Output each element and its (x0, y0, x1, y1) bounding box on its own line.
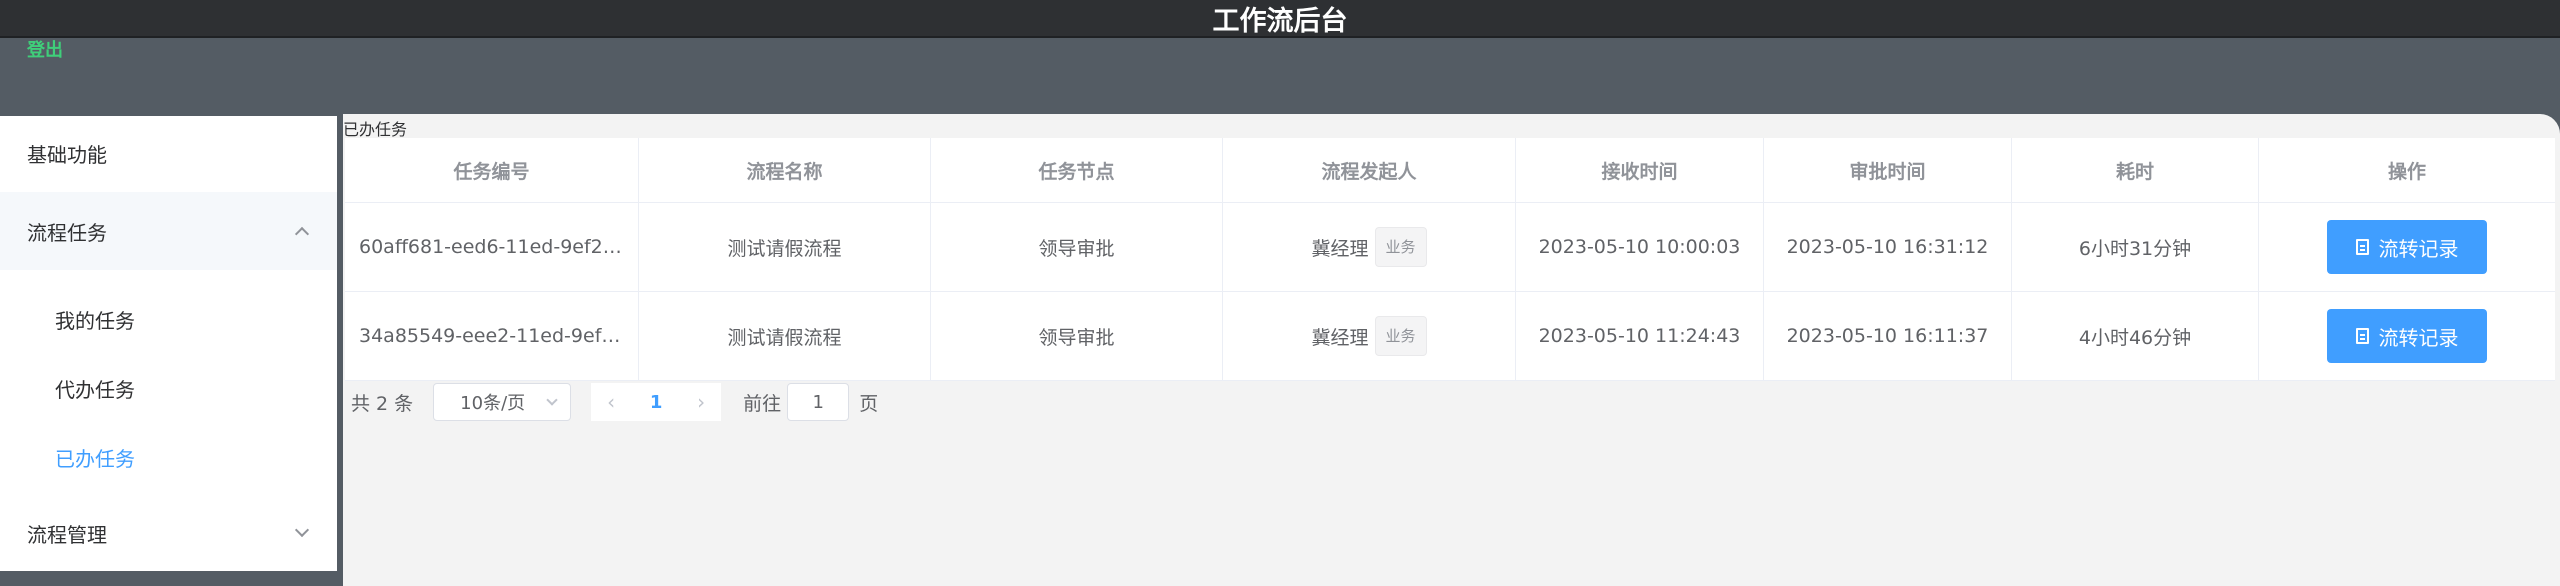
goto-label: 前往 (743, 392, 782, 415)
process-name-cell: 测试请假流程 (639, 203, 931, 291)
column-header: 流程发起人 (1223, 138, 1516, 202)
chevron-down-icon (294, 522, 310, 538)
page-size-value: 10条/页 (460, 393, 526, 414)
received-time-cell: 2023-05-10 10:00:03 (1516, 203, 1764, 291)
task-node-cell: 领导审批 (931, 203, 1223, 291)
action-cell: 流转记录 (2259, 203, 2555, 291)
role-tag: 业务 (1374, 316, 1427, 356)
top-bar: 工作流后台 (0, 0, 2560, 38)
initiator-name: 冀经理 (1311, 326, 1369, 349)
page-size-select[interactable]: 10条/页 (433, 383, 572, 421)
task-id: 34a85549-eee2-11ed-9ef2-f... (359, 325, 624, 347)
received-time-cell: 2023-05-10 11:24:43 (1516, 292, 1764, 380)
main-content: 已办任务 任务编号 流程名称 任务节点 流程发起人 接收时间 审批时间 耗时 操… (343, 114, 2560, 586)
sidebar-item-pending-tasks[interactable]: 代办任务 (0, 353, 337, 423)
app-title: 工作流后台 (1212, 6, 1348, 37)
sidebar-item-basic-functions[interactable]: 基础功能 (0, 116, 337, 190)
table-row: 60aff681-eed6-11ed-9ef2-f4... 测试请假流程 领导审… (345, 203, 2555, 292)
task-id: 60aff681-eed6-11ed-9ef2-f4... (359, 236, 624, 258)
sidebar-item-done-tasks[interactable]: 已办任务 (0, 422, 337, 492)
initiator-cell: 冀经理 业务 (1223, 292, 1516, 380)
chevron-up-icon (294, 226, 310, 242)
action-cell: 流转记录 (2259, 292, 2555, 380)
approved-time-cell: 2023-05-10 16:31:12 (1764, 203, 2012, 291)
sidebar-item-label: 代办任务 (55, 377, 135, 402)
sidebar-item-process-tasks[interactable]: 流程任务 (0, 192, 337, 270)
column-header: 耗时 (2012, 138, 2259, 202)
table-row: 34a85549-eee2-11ed-9ef2-f... 测试请假流程 领导审批… (345, 292, 2555, 381)
flow-record-button[interactable]: 流转记录 (2327, 220, 2487, 274)
role-tag: 业务 (1374, 227, 1427, 267)
approved-time-cell: 2023-05-10 16:11:37 (1764, 292, 2012, 380)
document-icon (2355, 239, 2369, 255)
pagination: 共 2 条 10条/页 ‹ 1 › 前往 1 页 (351, 382, 878, 422)
duration-cell: 6小时31分钟 (2012, 203, 2259, 291)
sidebar-item-process-management[interactable]: 流程管理 (0, 496, 337, 570)
initiator-name: 冀经理 (1311, 237, 1369, 260)
process-name-cell: 测试请假流程 (639, 292, 931, 380)
duration-cell: 4小时46分钟 (2012, 292, 2259, 380)
goto-page-input[interactable]: 1 (787, 383, 850, 421)
sidebar-item-my-tasks[interactable]: 我的任务 (0, 284, 337, 354)
flow-record-label: 流转记录 (2378, 325, 2459, 350)
flow-record-button[interactable]: 流转记录 (2327, 309, 2487, 363)
column-header: 操作 (2387, 160, 2426, 183)
next-page-button[interactable]: › (681, 383, 722, 421)
task-node-cell: 领导审批 (931, 292, 1223, 380)
sidebar-item-label: 我的任务 (55, 308, 135, 333)
page-number-current[interactable]: 1 (631, 383, 682, 421)
logout-link[interactable]: 登出 (27, 36, 63, 62)
total-count: 共 2 条 (351, 392, 414, 415)
sidebar-item-label: 流程管理 (27, 522, 107, 547)
prev-page-button[interactable]: ‹ (591, 383, 632, 421)
column-header: 任务节点 (931, 138, 1223, 202)
sidebar-item-label: 已办任务 (55, 446, 135, 471)
sidebar: 基础功能 流程任务 我的任务 代办任务 已办任务 流程管理 (0, 116, 337, 571)
initiator-cell: 冀经理 业务 (1223, 203, 1516, 291)
goto-suffix: 页 (859, 392, 879, 415)
document-icon (2355, 328, 2369, 344)
task-id-cell: 34a85549-eee2-11ed-9ef2-f... (345, 292, 639, 380)
chevron-down-icon (546, 394, 558, 406)
table-header: 任务编号 流程名称 任务节点 流程发起人 接收时间 审批时间 耗时 操作 (345, 138, 2555, 203)
column-header: 流程名称 (639, 138, 931, 202)
task-table: 任务编号 流程名称 任务节点 流程发起人 接收时间 审批时间 耗时 操作 60a… (345, 138, 2555, 381)
column-header: 接收时间 (1516, 138, 1764, 202)
column-header: 任务编号 (345, 138, 639, 202)
task-id-cell: 60aff681-eed6-11ed-9ef2-f4... (345, 203, 639, 291)
sidebar-item-label: 基础功能 (27, 142, 107, 167)
sidebar-item-label: 流程任务 (27, 220, 107, 245)
flow-record-label: 流转记录 (2378, 236, 2459, 261)
page-title: 已办任务 (343, 120, 408, 139)
column-header: 审批时间 (1764, 138, 2012, 202)
